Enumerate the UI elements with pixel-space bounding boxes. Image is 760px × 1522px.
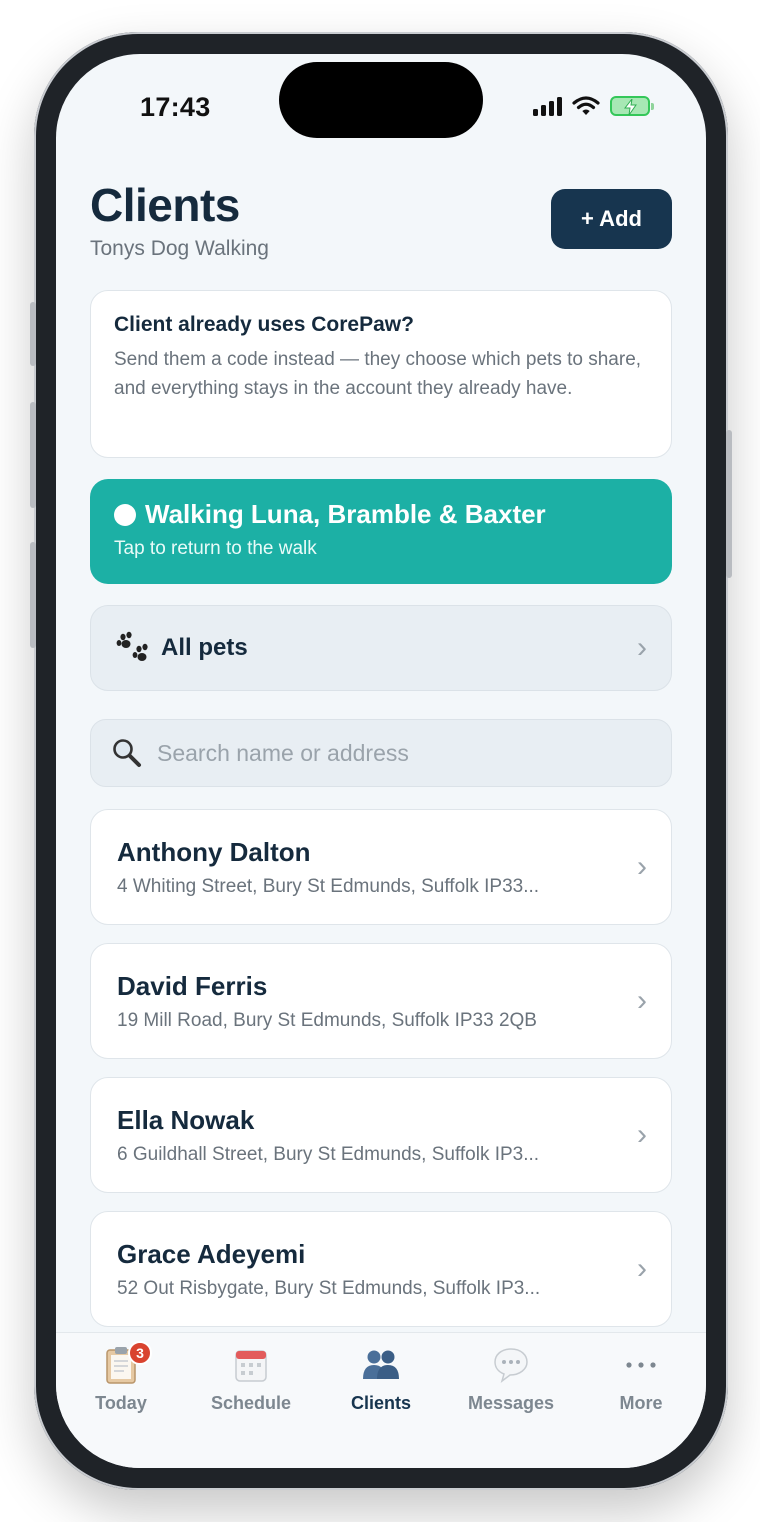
chevron-right-icon: › xyxy=(637,850,647,883)
speech-bubble-icon xyxy=(492,1345,530,1385)
info-card-body: Send them a code instead — they choose w… xyxy=(114,349,642,399)
battery-charging-icon xyxy=(610,96,654,116)
client-name: David Ferris xyxy=(117,970,268,1001)
client-row-text: David Ferris 19 Mill Road, Bury St Edmun… xyxy=(117,971,637,1032)
info-card-title: Client already uses CorePaw? xyxy=(114,313,414,336)
chevron-right-icon: › xyxy=(637,984,647,1017)
client-address: 6 Guildhall Street, Bury St Edmunds, Suf… xyxy=(117,1143,540,1165)
volume-up-button xyxy=(30,402,36,508)
client-address: 4 Whiting Street, Bury St Edmunds, Suffo… xyxy=(117,875,540,897)
tab-today[interactable]: 3 Today xyxy=(56,1333,186,1468)
chevron-right-icon: › xyxy=(637,631,647,664)
tab-label: More xyxy=(619,1393,663,1413)
volume-down-button xyxy=(30,542,36,648)
status-time: 17:43 xyxy=(140,92,211,122)
business-name: Tonys Dog Walking xyxy=(90,237,269,260)
people-icon xyxy=(361,1345,401,1385)
tab-label: Schedule xyxy=(210,1393,292,1413)
client-row[interactable]: Ella Nowak 6 Guildhall Street, Bury St E… xyxy=(90,1077,672,1193)
client-row[interactable]: Grace Adeyemi 52 Out Risbygate, Bury St … xyxy=(90,1211,672,1327)
client-name: Ella Nowak xyxy=(117,1104,255,1135)
add-client-button[interactable]: + Add xyxy=(551,189,672,249)
status-icons xyxy=(533,96,654,116)
notification-badge: 3 xyxy=(128,1341,152,1365)
client-row-text: Ella Nowak 6 Guildhall Street, Bury St E… xyxy=(117,1105,637,1166)
client-row[interactable]: David Ferris 19 Mill Road, Bury St Edmun… xyxy=(90,943,672,1059)
all-pets-label: All pets xyxy=(161,634,248,661)
search-input[interactable] xyxy=(157,739,637,767)
tab-label: Clients xyxy=(350,1393,411,1413)
phone-frame: 17:43 Clients Tonys Dog Walking + Add Cl… xyxy=(30,32,732,1490)
calendar-icon xyxy=(233,1345,269,1385)
page-title: Clients xyxy=(90,179,240,231)
mute-switch xyxy=(30,302,36,366)
client-row-text: Anthony Dalton 4 Whiting Street, Bury St… xyxy=(117,837,637,898)
paw-prints-icon xyxy=(116,631,148,661)
client-address: 19 Mill Road, Bury St Edmunds, Suffolk I… xyxy=(117,1009,537,1031)
all-pets-row[interactable]: All pets › xyxy=(90,605,672,691)
chevron-right-icon: › xyxy=(637,1118,647,1151)
client-name: Grace Adeyemi xyxy=(117,1238,306,1269)
search-bar[interactable] xyxy=(90,719,672,787)
screen: 17:43 Clients Tonys Dog Walking + Add Cl… xyxy=(56,54,706,1468)
dynamic-island xyxy=(279,62,483,138)
tab-label: Today xyxy=(95,1393,147,1413)
client-name: Anthony Dalton xyxy=(117,836,311,867)
tab-clients[interactable]: Clients xyxy=(316,1333,446,1468)
tab-more[interactable]: More xyxy=(576,1333,706,1468)
walk-banner-header: Walking Luna, Bramble & Baxter xyxy=(114,499,648,530)
power-button xyxy=(726,430,732,578)
chevron-right-icon: › xyxy=(637,1252,647,1285)
client-row-text: Grace Adeyemi 52 Out Risbygate, Bury St … xyxy=(117,1239,637,1300)
cellular-signal-icon xyxy=(533,96,562,116)
client-list: Anthony Dalton 4 Whiting Street, Bury St… xyxy=(90,809,672,1345)
tab-label: Messages xyxy=(467,1393,555,1413)
walk-banner-title: Walking Luna, Bramble & Baxter xyxy=(145,499,546,529)
tab-schedule[interactable]: Schedule xyxy=(186,1333,316,1468)
client-address: 52 Out Risbygate, Bury St Edmunds, Suffo… xyxy=(117,1277,541,1299)
ellipsis-icon xyxy=(624,1345,658,1385)
search-icon xyxy=(113,739,141,767)
active-walk-banner[interactable]: Walking Luna, Bramble & Baxter Tap to re… xyxy=(90,479,672,584)
tab-messages[interactable]: Messages xyxy=(446,1333,576,1468)
tab-bar: 3 Today Schedule Clients Messages More xyxy=(56,1332,706,1468)
walk-status-dot-icon xyxy=(114,503,136,526)
wifi-icon xyxy=(572,96,600,115)
client-row[interactable]: Anthony Dalton 4 Whiting Street, Bury St… xyxy=(90,809,672,925)
corepaw-info-card[interactable]: Client already uses CorePaw? Send them a… xyxy=(90,290,672,458)
walk-banner-subtitle: Tap to return to the walk xyxy=(114,538,317,559)
